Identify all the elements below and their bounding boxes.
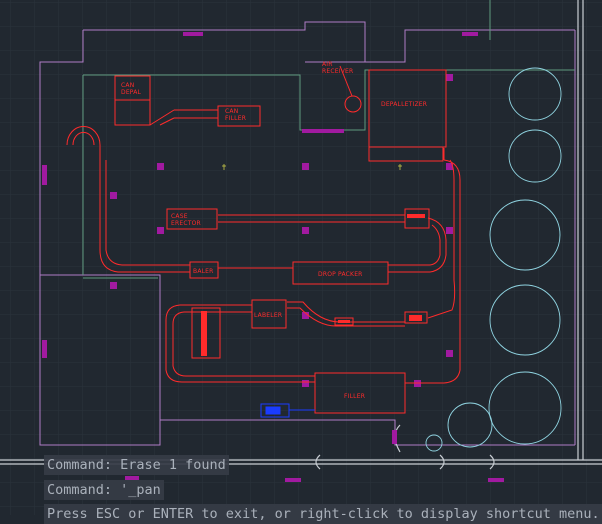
label-drop-packer: DROP PACKER <box>318 271 363 278</box>
command-history-line: Command: '_pan <box>44 480 164 500</box>
command-history-line: Command: Erase 1 found <box>44 455 229 475</box>
drawing-canvas[interactable]: CAN DEPAL CAN FILLER AIR RECEIVER DEPALLETI… <box>0 0 602 515</box>
label-labeler: LABELER <box>254 312 282 319</box>
label-baler: BALER <box>193 268 214 275</box>
label-depalletizer: DEPALLETIZER <box>381 101 427 108</box>
command-prompt[interactable]: Press ESC or ENTER to exit, or right-cli… <box>44 504 602 524</box>
label-filler: FILLER <box>344 393 365 400</box>
grid <box>0 0 602 515</box>
